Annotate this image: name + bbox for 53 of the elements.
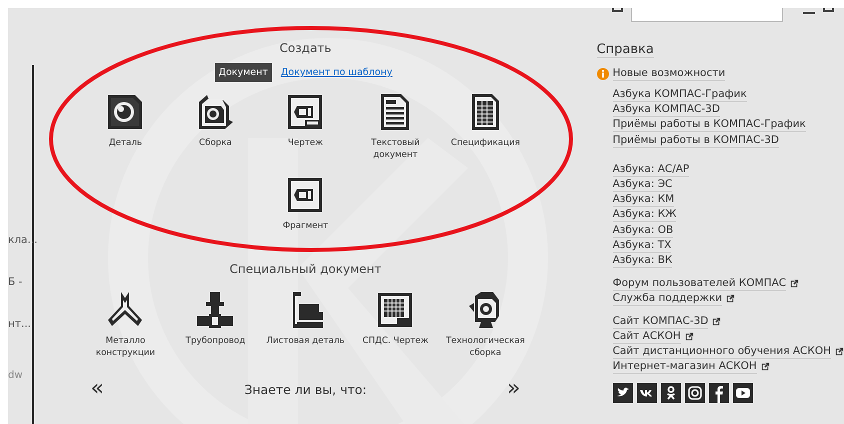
section-title: Специальный документ [230, 262, 382, 276]
camera-icon[interactable] [684, 383, 705, 404]
ok-icon[interactable] [660, 383, 681, 404]
tips-title: Знаете ли вы, что: [244, 382, 367, 396]
external-link-icon [760, 362, 770, 372]
external-link-icon [726, 294, 736, 304]
help-link[interactable]: Азбука: ЭС [612, 177, 672, 192]
document-type-label[interactable]: Спецификация [450, 137, 520, 149]
document-type-label[interactable]: Сборка [199, 137, 232, 149]
section-title: Создать [280, 41, 332, 55]
external-link-icon [790, 279, 800, 288]
help-link[interactable]: Азбука: ВК [612, 252, 672, 268]
recent-file-item[interactable]: нт... [8, 318, 31, 330]
document-type-label[interactable]: Фрагмент [282, 220, 328, 232]
bird-icon[interactable] [612, 383, 633, 404]
help-link[interactable]: Сайт дистанционного обучения АСКОН [612, 344, 831, 359]
help-link[interactable]: Азбука: КМ [612, 192, 674, 208]
vk-icon[interactable] [636, 383, 657, 404]
help-link[interactable]: Новые возможности [612, 66, 726, 81]
help-title: Справка [596, 42, 654, 58]
document-type-label[interactable]: Чертеж [288, 137, 323, 149]
document-type-label[interactable]: Деталь [108, 137, 142, 149]
play-icon[interactable] [732, 383, 753, 404]
help-link[interactable]: Приёмы работы в КОМПАС-График [612, 117, 806, 132]
help-link[interactable]: Азбука: ТХ [612, 238, 672, 253]
tab[interactable]: Документ по шаблону [276, 63, 396, 82]
help-link[interactable]: Сайт КОМПАС-3D [612, 314, 708, 329]
help-link[interactable]: Азбука КОМПАС-График [612, 87, 747, 102]
previous-button[interactable]: « [90, 379, 104, 399]
tab[interactable]: Документ [214, 63, 272, 82]
document-type-label[interactable]: Металло конструкции [82, 335, 168, 359]
document-type-label[interactable]: Листовая деталь [266, 335, 345, 347]
external-link-icon [684, 332, 694, 341]
recent-file-item[interactable]: Б - [8, 276, 22, 288]
external-link-icon [835, 346, 844, 356]
document-type-label[interactable]: Текстовый документ [352, 137, 438, 161]
help-link[interactable]: Служба поддержки [612, 291, 722, 306]
next-button[interactable]: » [506, 379, 520, 399]
help-link[interactable]: Интернет-магазин АСКОН [612, 359, 757, 374]
document-type-label[interactable]: СПДС. Чертеж [362, 335, 428, 347]
help-link[interactable]: Азбука КОМПАС-3D [612, 102, 720, 118]
facebook-icon[interactable] [708, 383, 729, 404]
help-link[interactable]: Азбука: АС/АР [612, 162, 690, 177]
help-link[interactable]: Приёмы работы в КОМПАС-3D [612, 132, 779, 148]
help-link[interactable]: Азбука: ОВ [612, 222, 674, 238]
help-link[interactable]: Азбука: КЖ [612, 207, 676, 222]
document-type-label[interactable]: Трубопровод [186, 335, 246, 347]
pipe-icon[interactable] [195, 290, 236, 330]
document-type-label[interactable]: Технологическая сборка [442, 335, 528, 359]
external-link-icon [712, 316, 722, 326]
help-link[interactable]: Форум пользователей КОМПАС [612, 276, 786, 292]
help-link[interactable]: Сайт АСКОН [612, 328, 681, 344]
info-icon [596, 68, 609, 80]
